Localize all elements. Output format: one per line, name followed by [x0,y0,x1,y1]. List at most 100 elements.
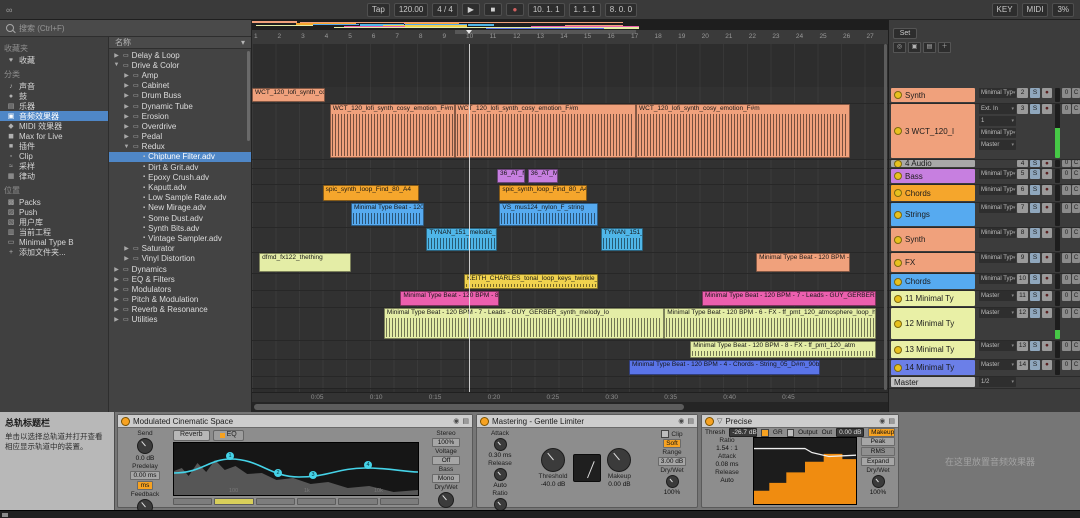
sidebar-item[interactable]: ▨Push [0,207,108,217]
track-activator[interactable] [894,127,902,135]
track-name[interactable]: 13 Minimal Ty [891,341,975,358]
track-activator[interactable] [894,346,902,354]
pan-value[interactable]: C [1072,341,1080,351]
eq-band-chip[interactable] [173,498,212,505]
arrangement-position[interactable]: 10. 1. 1 [528,3,565,17]
track-name[interactable]: 3 WCT_120_l [891,104,975,158]
sidebar-item[interactable]: ▣音频效果器 [0,111,108,121]
volume-value[interactable]: 0 [1062,360,1071,370]
volume-value[interactable]: 0 [1062,104,1071,114]
track-name[interactable]: Chords [891,274,975,289]
track-activator[interactable] [894,172,902,180]
stop-button[interactable]: ■ [484,3,502,16]
track-header[interactable]: 13 Minimal TyMaster▾13S●0C [889,340,1080,360]
out-value[interactable]: 0.00 dB [836,428,864,437]
track-activator[interactable] [894,91,902,99]
volume-value[interactable]: 0 [1062,228,1071,238]
tree-item[interactable]: ▶▭Pedal [109,132,251,142]
track-header[interactable]: StringsMinimal Typ▾7S●0C [889,202,1080,228]
soft-clip-button[interactable]: Soft [663,439,681,448]
eq-band-chip-selected[interactable] [214,498,253,505]
pan-value[interactable]: C [1072,169,1080,179]
device-drop-area[interactable]: 在这里放置音频效果器 [902,414,1078,508]
save-preset-icon[interactable]: ▤ [687,417,694,425]
arm-button[interactable]: ● [1042,228,1052,238]
attack-value[interactable]: 0.08 ms [715,461,738,468]
browser-search[interactable]: 搜索 (Ctrl+F) [0,20,251,37]
clip[interactable]: Minimal Type Beat - 120 BPM - 8 - FX - f… [690,341,876,358]
beat-time-ruler[interactable]: 1234567891011121314151617181920212223242… [252,30,888,45]
arm-button[interactable]: ● [1042,169,1052,179]
clip[interactable]: dfmd_fx122_thething [259,253,351,272]
solo-button[interactable]: S [1030,203,1040,213]
solo-button[interactable]: S [1030,228,1040,238]
tree-item[interactable]: ▶▭Modulators [109,284,251,294]
tree-header[interactable]: 名称 ▾ [109,37,251,49]
ratio-knob[interactable] [494,498,507,510]
mixer-toggle-icon[interactable]: ▤ [923,42,936,53]
sidebar-item[interactable]: ▥当前工程 [0,227,108,237]
device-header[interactable]: Mastering - Gentle Limiter ◉ ▤ [477,415,697,428]
pan-value[interactable]: C [1072,360,1080,370]
clip[interactable]: spic_synth_loop_Find_80_A4 [499,185,586,201]
makeup-knob[interactable] [607,448,631,472]
track-name[interactable]: Synth [891,88,975,102]
eq-band-chip[interactable] [338,498,377,505]
vertical-scrollbar[interactable] [884,44,887,390]
device-on-toggle[interactable] [121,417,130,426]
track-number[interactable]: 14 [1017,360,1028,370]
solo-button[interactable]: S [1030,291,1040,301]
volume-value[interactable]: 0 [1062,341,1071,351]
tap-tempo-button[interactable]: Tap [367,3,390,17]
sidebar-item[interactable]: ▩Packs [0,197,108,207]
solo-button[interactable]: S [1030,104,1040,114]
track-header[interactable]: Master 1/2▾ [889,376,1080,389]
track-header[interactable]: SynthMinimal Typ▾8S●0C [889,227,1080,253]
track-number[interactable]: 13 [1017,341,1028,351]
track-number[interactable]: 7 [1017,203,1028,213]
clip[interactable]: WCT_120_lofi_synth_cosy_emotion_F#m [330,104,455,158]
track-name[interactable]: Master [891,377,975,387]
sidebar-item[interactable]: ▤乐器 [0,101,108,111]
sidebar-item[interactable]: ≈采样 [0,161,108,171]
volume-value[interactable]: 0 [1062,203,1071,213]
release-knob[interactable] [494,468,507,481]
peak-button[interactable]: Peak [861,437,895,446]
ms-toggle[interactable]: ms [137,481,153,490]
tree-item[interactable]: ▶▭Reverb & Resonance [109,305,251,315]
gr-checkbox[interactable] [761,429,768,437]
tree-item[interactable]: ▶▭Amp [109,70,251,80]
track-header[interactable]: 11 Minimal TyMaster▾11S●0C [889,290,1080,308]
set-button[interactable]: Set [893,28,917,39]
clip[interactable]: KEITH_CHARLES_tonal_loop_keys_twinkle_1 [464,274,598,289]
eq-node-2[interactable]: 2 [274,469,282,477]
sidebar-item[interactable]: +添加文件夹... [0,247,108,257]
track-name[interactable]: Strings [891,203,975,226]
drywet-knob[interactable] [872,475,885,488]
arm-button[interactable]: ● [1042,203,1052,213]
routing-chooser[interactable]: Minimal Typ▾ [979,274,1016,284]
track-activator[interactable] [894,295,902,303]
routing-chooser[interactable]: 1/2▾ [979,377,1016,387]
tree-item[interactable]: ▪Epoxy Crush.adv [109,172,251,182]
loop-start[interactable]: 1. 1. 1 [569,3,601,17]
sidebar-item[interactable]: ◼Max for Live [0,131,108,141]
tree-item[interactable]: ▶▭Drum Buss [109,91,251,101]
track-activator[interactable] [894,320,902,328]
device-on-toggle[interactable] [480,417,489,426]
solo-button[interactable]: S [1030,360,1040,370]
routing-chooser[interactable]: Master▾ [979,140,1016,150]
routing-chooser[interactable]: Minimal Typ▾ [979,169,1016,179]
eq-display[interactable]: 1 2 3 4 100 1k 10k [173,442,419,496]
track-lane[interactable] [252,376,888,389]
pan-value[interactable]: C [1072,203,1080,213]
pan-value[interactable]: C [1072,228,1080,238]
solo-button[interactable]: S [1030,274,1040,284]
volume-value[interactable]: 0 [1062,308,1071,318]
eq-node-1[interactable]: 1 [226,452,234,460]
makeup-button[interactable]: Makeup [868,428,895,437]
threshold-knob[interactable] [541,448,565,472]
clip[interactable]: WCT_120_lofi_synth_cosy_emotion_F#m [455,104,636,158]
sort-icon[interactable]: ▾ [241,37,245,48]
track-header[interactable]: ChordsMinimal Typ▾10S●0C [889,273,1080,291]
